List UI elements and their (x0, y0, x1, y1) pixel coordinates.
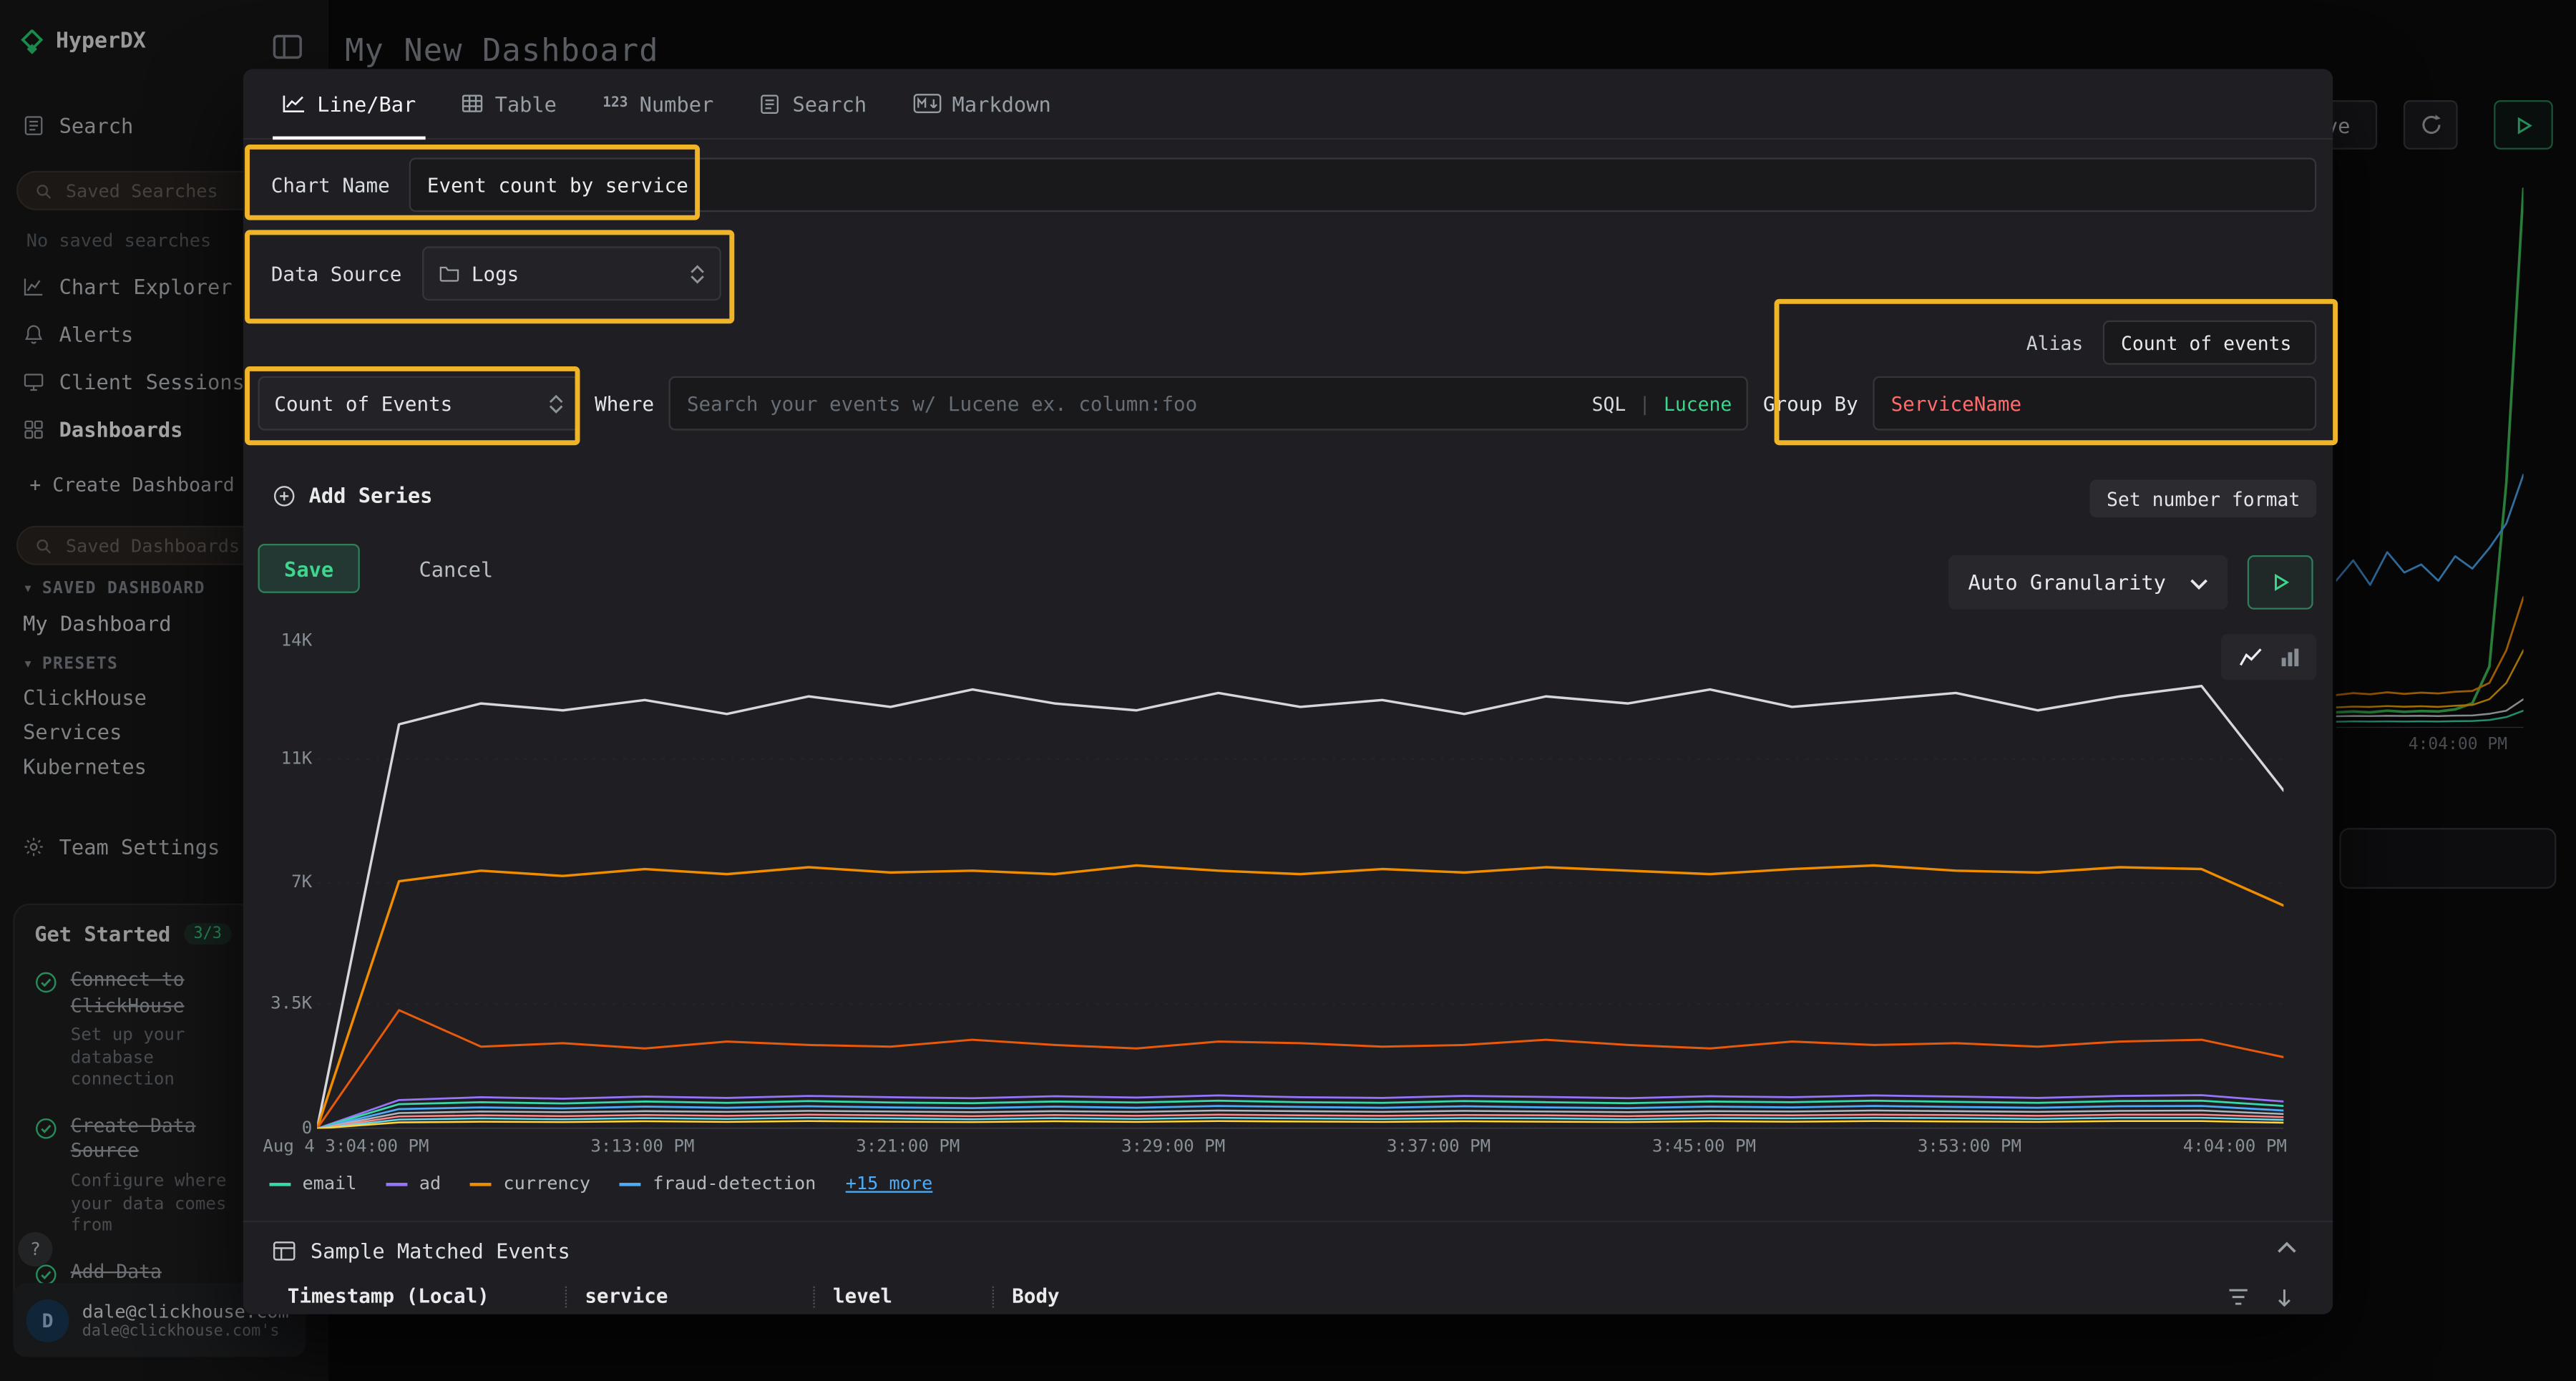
bar-chart-toggle-icon[interactable] (2280, 648, 2300, 668)
chevron-down-icon (2190, 570, 2207, 595)
run-query-button[interactable] (2248, 555, 2313, 610)
edit-chart-modal: Line/BarTable123NumberSearchMarkdown Cha… (243, 69, 2333, 1314)
save-button[interactable]: Save (258, 544, 359, 593)
tab-search[interactable]: Search (736, 69, 889, 137)
group-by-input[interactable] (1873, 376, 2316, 431)
app-root: HyperDX Search No saved searches Chart E… (0, 0, 2576, 1381)
column-header-body[interactable]: Body (1012, 1284, 1373, 1307)
cancel-button[interactable]: Cancel (419, 556, 493, 580)
save-cancel-row: Save Cancel (258, 544, 493, 593)
chart-name-input[interactable] (409, 157, 2317, 212)
filter-icon[interactable] (2228, 1288, 2249, 1308)
x-tick-label: 3:29:00 PM (1121, 1137, 1225, 1157)
legend-item-currency[interactable]: currency (470, 1173, 590, 1194)
tab-line-bar[interactable]: Line/Bar (260, 69, 439, 137)
y-tick-label: 11K (281, 749, 313, 769)
y-tick-label: 7K (291, 873, 312, 893)
sort-descending-icon[interactable] (2275, 1288, 2293, 1308)
sql-toggle[interactable]: SQL (1592, 392, 1626, 415)
legend-show-more-link[interactable]: +15 more (846, 1173, 933, 1194)
tab-number-icon: 123 (602, 95, 628, 112)
tab-table[interactable]: Table (439, 69, 580, 137)
where-label: Where (595, 392, 654, 415)
legend-swatch (470, 1182, 492, 1186)
tab-linebar-icon (283, 94, 306, 114)
folder-icon (439, 263, 460, 284)
main-chart-x-axis: Aug 4 3:04:00 PM 3:13:00 PM 3:21:00 PM 3:29… (263, 1137, 2287, 1157)
main-chart-svg (317, 640, 2283, 1128)
y-tick-label: 14K (281, 631, 313, 651)
tab-search-icon (760, 93, 781, 114)
y-tick-label: 0 (302, 1119, 313, 1139)
collapse-section-icon[interactable] (2277, 1242, 2297, 1254)
sample-events-header: Sample Matched Events (273, 1239, 570, 1263)
add-series-button[interactable]: Add Series (273, 483, 432, 507)
events-table-tools (2228, 1288, 2293, 1308)
line-chart-toggle-icon[interactable] (2238, 648, 2261, 668)
chart-display-toggle (2221, 634, 2316, 680)
tab-number[interactable]: 123Number (580, 69, 736, 137)
chevron-updown-icon (690, 263, 705, 283)
divider (243, 1221, 2333, 1222)
lucene-toggle[interactable]: Lucene (1664, 392, 1732, 415)
series-row: Count of Events Where SQL | Lucene Group… (258, 376, 2316, 431)
chart-name-row: Chart Name (258, 157, 2316, 212)
data-source-select[interactable]: Logs (422, 246, 721, 301)
legend-swatch (620, 1182, 641, 1186)
tab-table-icon (462, 94, 484, 114)
column-header-timestamp-local[interactable]: Timestamp (Local) (288, 1284, 547, 1307)
x-tick-label: 3:37:00 PM (1387, 1137, 1491, 1157)
set-number-format-button[interactable]: Set number format (2090, 479, 2316, 517)
chart-legend: email ad currency fraud-detection +15 more (270, 1173, 933, 1194)
tab-markdown-icon (912, 94, 940, 114)
query-language-toggle: SQL | Lucene (1592, 376, 1732, 431)
aggregation-select[interactable]: Count of Events (258, 376, 580, 431)
x-tick-label: 3:53:00 PM (1918, 1137, 2021, 1157)
play-icon (2271, 573, 2289, 591)
column-separator (565, 1286, 567, 1307)
legend-swatch (386, 1182, 408, 1186)
granularity-select[interactable]: Auto Granularity (1948, 555, 2228, 610)
y-tick-label: 3.5K (270, 994, 312, 1014)
chart-name-label: Chart Name (258, 173, 409, 196)
data-source-label: Data Source (258, 262, 422, 285)
legend-swatch (270, 1182, 291, 1186)
x-tick-label: 4:04:00 PM (2183, 1137, 2287, 1157)
chevron-updown-icon (549, 394, 564, 414)
alias-row: Alias (2026, 321, 2317, 365)
where-input-wrap: SQL | Lucene (669, 376, 1749, 431)
x-tick-label: 3:21:00 PM (856, 1137, 960, 1157)
column-header-service[interactable]: service (585, 1284, 795, 1307)
main-chart-y-axis: 14K11K7K3.5K0 (260, 640, 312, 1128)
legend-item-ad[interactable]: ad (386, 1173, 441, 1194)
column-separator (813, 1286, 814, 1307)
x-tick-label: Aug 4 3:04:00 PM (263, 1137, 429, 1157)
tab-markdown[interactable]: Markdown (889, 69, 1074, 137)
legend-item-email[interactable]: email (270, 1173, 357, 1194)
alias-label: Alias (2026, 331, 2083, 354)
data-source-row: Data Source Logs (258, 246, 721, 301)
x-tick-label: 3:13:00 PM (590, 1137, 694, 1157)
alias-input[interactable] (2103, 321, 2316, 365)
main-chart[interactable] (317, 640, 2283, 1128)
add-circle-icon (273, 484, 296, 507)
x-tick-label: 3:45:00 PM (1652, 1137, 1756, 1157)
column-separator (992, 1286, 994, 1307)
column-header-level[interactable]: level (833, 1284, 974, 1307)
where-search-input[interactable] (669, 376, 1749, 431)
table-icon (273, 1240, 296, 1262)
events-table-header: Timestamp (Local) service level Body (288, 1284, 1374, 1307)
chart-type-tabs: Line/BarTable123NumberSearchMarkdown (243, 69, 2333, 140)
group-by-label: Group By (1763, 392, 1858, 415)
legend-item-fraud-detection[interactable]: fraud-detection (620, 1173, 816, 1194)
